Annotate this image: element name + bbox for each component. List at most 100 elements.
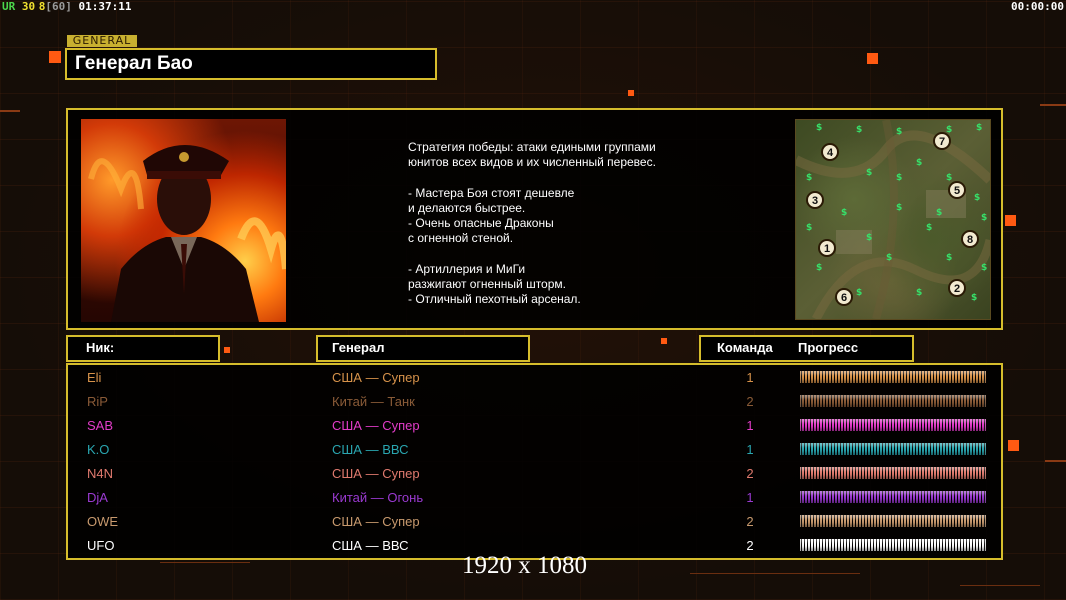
player-progress-bar [800,467,986,479]
map-start-number: 8 [967,234,973,246]
player-team: 1 [746,490,754,505]
player-row: Eli США — Супер 1 [68,367,1001,391]
player-row: DjA Китай — Огонь 1 [68,487,1001,511]
supply-marker-icon: $ [981,263,987,273]
supply-marker-icon: $ [981,213,987,223]
player-nick: DjA [87,490,108,505]
player-progress-bar [800,491,986,503]
map-start-number: 1 [824,243,830,255]
general-info-panel: Стратегия победы: атаки едиными группами… [66,108,1003,330]
player-team: 1 [746,370,754,385]
map-start-number: 5 [954,185,960,197]
supply-marker-icon: $ [866,168,872,178]
game-timer: 00:00:00 [1011,0,1064,13]
supply-marker-icon: $ [816,263,822,273]
map-start-position: 8 [961,230,979,248]
player-row: RiP Китай — Танк 2 [68,391,1001,415]
player-nick: UFO [87,538,115,553]
general-title-box: Генерал Бао [65,48,437,80]
supply-marker-icon: $ [886,253,892,263]
general-portrait [81,119,286,322]
player-nick: OWE [87,514,119,529]
supply-marker-icon: $ [916,158,922,168]
supply-marker-icon: $ [866,233,872,243]
supply-marker-icon: $ [856,125,862,135]
supply-marker-icon: $ [946,173,952,183]
ur-label: UR [2,0,16,13]
player-team: 1 [746,442,754,457]
clock: 01:37:11 [78,0,132,13]
fps-value: 30 [21,0,36,13]
players-table: Eli США — Супер 1 RiP Китай — Танк 2 SAB США — … [66,363,1003,560]
supply-marker-icon: $ [841,208,847,218]
supply-marker-icon: $ [974,193,980,203]
supply-marker-icon: $ [806,173,812,183]
supply-marker-icon: $ [896,173,902,183]
player-general: США — Супер [332,418,420,433]
player-team: 2 [746,514,754,529]
map-start-position: 5 [948,181,966,199]
map-start-position: 1 [818,239,836,257]
map-start-position: 6 [835,288,853,306]
player-row: SAB США — Супер 1 [68,415,1001,439]
player-general: США — Супер [332,370,420,385]
supply-marker-icon: $ [976,123,982,133]
resolution-label: 1920 x 1080 [462,552,587,579]
player-nick: K.O [87,442,110,457]
team-column-header: Команда [717,340,773,355]
map-start-position: 3 [806,191,824,209]
player-progress-bar [800,443,986,455]
supply-marker-icon: $ [946,125,952,135]
fps-counter: UR 30 8[60] 01:37:11 [2,0,131,13]
player-general: США — ВВС [332,442,409,457]
supply-marker-icon: $ [856,288,862,298]
nick-column-header-box: Ник: [66,335,220,362]
fps-cap: [60] [45,0,72,13]
player-team: 2 [746,538,754,553]
map-start-number: 4 [827,147,834,159]
player-team: 1 [746,418,754,433]
general-title: Генерал Бао [75,53,193,74]
supply-marker-icon: $ [896,127,902,137]
supply-marker-icon: $ [896,203,902,213]
player-general: США — Супер [332,514,420,529]
player-row: OWE США — Супер 2 [68,511,1001,535]
player-progress-bar [800,395,986,407]
player-row: N4N США — Супер 2 [68,463,1001,487]
supply-marker-icon: $ [816,123,822,133]
supply-marker-icon: $ [806,223,812,233]
player-general: Китай — Огонь [332,490,424,505]
top-hud: UR 30 8[60] 01:37:11 00:00:00 [0,0,1066,14]
supply-marker-icon: $ [926,223,932,233]
general-column-header: Генерал [332,340,385,355]
supply-marker-icon: $ [936,208,942,218]
map-start-position: 7 [933,132,951,150]
player-general: США — ВВС [332,538,409,553]
player-team: 2 [746,466,754,481]
general-tag: GENERAL [67,35,137,47]
supply-marker-icon: $ [971,293,977,303]
player-progress-bar [800,419,986,431]
player-team: 2 [746,394,754,409]
player-nick: SAB [87,418,114,433]
nick-column-header: Ник: [86,340,115,355]
player-general: Китай — Танк [332,394,415,409]
player-general: США — Супер [332,466,420,481]
supply-marker-icon: $ [946,253,952,263]
player-nick: N4N [87,466,114,481]
player-progress-bar [800,515,986,527]
player-nick: RiP [87,394,108,409]
player-nick: Eli [87,370,102,385]
map-start-number: 3 [812,195,818,207]
player-row: K.O США — ВВС 1 [68,439,1001,463]
team-progress-header-box: Команда Прогресс [699,335,914,362]
map-preview: 1 2 3 4 5 6 7 8 $ $ $ $ $ $ $ $ $ $ $ $ $ $ $ $ $ $ $ $ $ $ $ $ $ [795,119,991,320]
map-start-number: 7 [939,136,945,148]
general-column-header-box: Генерал [316,335,530,362]
general-description: Стратегия победы: атаки едиными группами… [408,140,656,307]
progress-column-header: Прогресс [798,340,859,355]
map-start-number: 6 [841,292,847,304]
player-progress-bar [800,371,986,383]
map-start-position: 2 [948,279,966,297]
player-progress-bar [800,539,986,551]
